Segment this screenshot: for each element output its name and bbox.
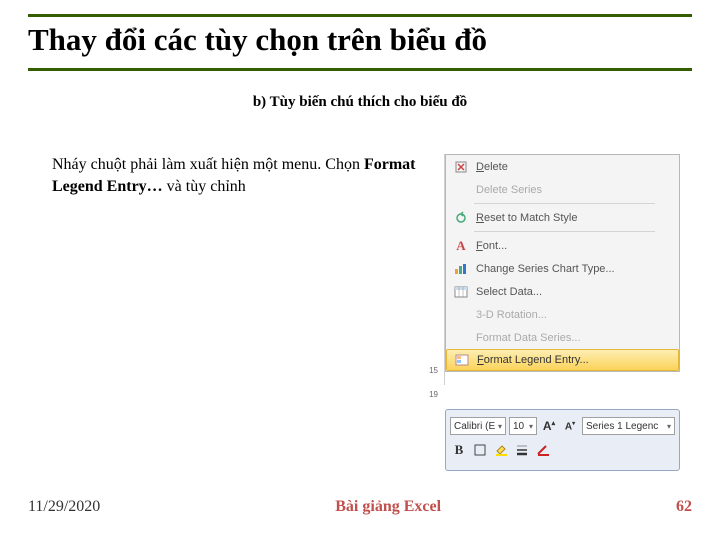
menu-format-data-series: Format Data Series... xyxy=(446,326,679,349)
menu-delete-series: Delete Series xyxy=(446,178,679,201)
menu-label: Select Data... xyxy=(476,286,673,298)
footer-title: Bài giảng Excel xyxy=(335,498,441,516)
axis-num-b: 19 xyxy=(429,390,438,399)
reset-icon xyxy=(452,210,470,226)
chevron-down-icon: ▾ xyxy=(529,422,533,431)
select-data-icon xyxy=(452,284,470,300)
blank-icon xyxy=(452,330,470,346)
chevron-down-icon: ▾ xyxy=(667,422,671,431)
menu-select-data[interactable]: Select Data... xyxy=(446,280,679,303)
footer-date: 11/29/2020 xyxy=(28,498,100,516)
line-color-button[interactable] xyxy=(534,441,552,459)
menu-label: Change Series Chart Type... xyxy=(476,263,673,275)
body-suffix: và tùy chỉnh xyxy=(163,178,246,195)
series-select[interactable]: Series 1 Legenc▾ xyxy=(582,417,675,435)
menu-label: Format Data Series... xyxy=(476,332,673,344)
footer-page: 62 xyxy=(676,498,692,516)
blank-icon xyxy=(452,307,470,323)
separator xyxy=(474,203,655,204)
mini-toolbar: Calibri (E▾ 10▾ A▴ A▾ Series 1 Legenc▾ B xyxy=(445,409,680,471)
blank-icon xyxy=(452,182,470,198)
context-menu: Delete Delete Series Reset to Match Styl… xyxy=(445,154,680,372)
delete-icon xyxy=(452,159,470,175)
footer: 11/29/2020 Bài giảng Excel 62 xyxy=(28,498,692,516)
menu-label: Format Legend Entry... xyxy=(477,354,672,366)
menu-format-legend-entry[interactable]: Format Legend Entry... xyxy=(446,349,679,371)
body-prefix: Nháy chuột phải làm xuất hiện một menu. … xyxy=(52,156,364,173)
menu-reset-style[interactable]: Reset to Match Style xyxy=(446,206,679,229)
fill-color-button[interactable] xyxy=(492,441,510,459)
chevron-down-icon: ▾ xyxy=(498,422,502,431)
font-icon: A xyxy=(452,238,470,254)
menu-label: 3-D Rotation... xyxy=(476,309,673,321)
format-icon xyxy=(453,352,471,368)
line-style-button[interactable] xyxy=(513,441,531,459)
chart-icon xyxy=(452,261,470,277)
sheet-edge xyxy=(423,154,445,385)
menu-label: Font... xyxy=(476,240,673,252)
menu-font[interactable]: A Font... xyxy=(446,234,679,257)
divider-bottom xyxy=(28,68,692,71)
subtitle: b) Tùy biến chú thích cho biểu đồ xyxy=(14,94,706,111)
separator xyxy=(474,231,655,232)
shrink-font-button[interactable]: A▾ xyxy=(561,417,579,435)
divider-top xyxy=(28,14,692,17)
font-size-select[interactable]: 10▾ xyxy=(509,417,537,435)
menu-label: Delete Series xyxy=(476,184,673,196)
bold-button[interactable]: B xyxy=(450,441,468,459)
menu-label: Delete xyxy=(476,161,673,173)
page-title: Thay đổi các tùy chọn trên biểu đồ xyxy=(28,22,487,58)
menu-3d-rotation: 3-D Rotation... xyxy=(446,303,679,326)
grow-font-button[interactable]: A▴ xyxy=(540,417,558,435)
font-select[interactable]: Calibri (E▾ xyxy=(450,417,506,435)
border-button[interactable] xyxy=(471,441,489,459)
menu-change-chart-type[interactable]: Change Series Chart Type... xyxy=(446,257,679,280)
axis-num-a: 15 xyxy=(429,366,438,375)
body-text: Nháy chuột phải làm xuất hiện một menu. … xyxy=(52,154,422,197)
menu-label: Reset to Match Style xyxy=(476,212,673,224)
menu-delete[interactable]: Delete xyxy=(446,155,679,178)
